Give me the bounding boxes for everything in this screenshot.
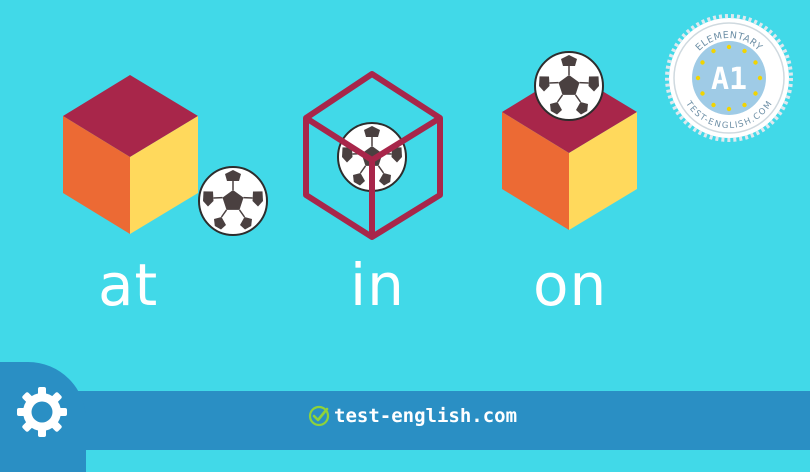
label-in: in <box>350 251 405 319</box>
check-circle-icon <box>308 405 330 427</box>
label-at: at <box>98 251 159 319</box>
badge-level: A1 <box>711 62 747 97</box>
label-on: on <box>533 251 608 319</box>
soccer-ball-on-icon <box>534 51 604 121</box>
footer-brand[interactable]: test-english.com <box>308 405 517 427</box>
level-badge: ELEMENTARY TEST-ENGLISH.COM A1 <box>665 14 793 142</box>
brand-text: test-english.com <box>334 405 518 427</box>
soccer-ball-at-icon <box>198 166 268 236</box>
gear-icon[interactable] <box>14 384 70 440</box>
cube-at-icon <box>63 75 198 234</box>
